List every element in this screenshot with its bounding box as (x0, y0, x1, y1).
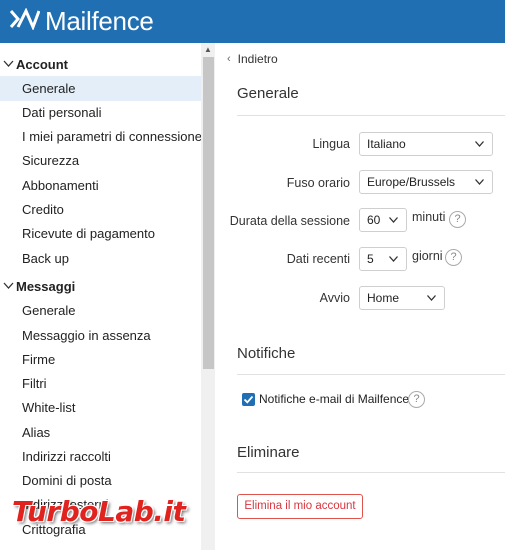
session-unit: minuti (412, 210, 446, 224)
sidebar-scrollbar[interactable]: ▲ (201, 43, 215, 550)
chevron-down-icon (389, 217, 398, 223)
back-link[interactable]: ‹ Indietro (227, 52, 278, 66)
sidebar-item-dati-personali[interactable]: Dati personali (0, 100, 201, 125)
timezone-label: Fuso orario (286, 176, 350, 190)
sidebar-item-account-generale[interactable]: Generale (0, 76, 201, 101)
section-title: Messaggi (16, 278, 76, 294)
sidebar-item-filtri[interactable]: Filtri (0, 371, 201, 396)
sidebar-item-parametri-connessione[interactable]: I miei parametri di connessione (0, 124, 202, 149)
help-icon[interactable]: ? (445, 249, 462, 266)
top-bar: Mailfence (0, 0, 505, 43)
brand-logo[interactable]: Mailfence (9, 5, 154, 37)
session-duration-label: Durata della sessione (229, 214, 350, 228)
sidebar-item-backup[interactable]: Back up (0, 246, 201, 271)
timezone-value: Europe/Brussels (367, 175, 456, 189)
sidebar-item-credito[interactable]: Credito (0, 197, 201, 222)
recent-data-label: Dati recenti (286, 252, 350, 266)
chevron-down-icon (3, 282, 14, 289)
help-icon[interactable]: ? (408, 391, 425, 408)
recent-data-select[interactable]: 5 (359, 247, 407, 271)
scrollbar-thumb[interactable] (203, 57, 214, 369)
sidebar-item-ricevute[interactable]: Ricevute di pagamento (0, 221, 201, 246)
sidebar-item-sicurezza[interactable]: Sicurezza (0, 148, 201, 173)
settings-sidebar: Account Generale Dati personali I miei p… (0, 43, 215, 550)
watermark: TurboLab.it (12, 495, 186, 528)
settings-content: ‹ Indietro Generale Lingua Italiano Fuso… (215, 43, 505, 550)
recent-data-value: 5 (367, 252, 374, 266)
startup-label: Avvio (319, 291, 350, 305)
section-title: Account (16, 56, 68, 72)
session-duration-value: 60 (367, 213, 381, 227)
timezone-select[interactable]: Europe/Brussels (359, 170, 493, 194)
delete-account-button[interactable]: Elimina il mio account (237, 494, 363, 519)
scroll-up-arrow-icon[interactable]: ▲ (204, 45, 212, 54)
email-notification-label[interactable]: Notifiche e-mail di Mailfence (259, 392, 409, 406)
sidebar-item-firme[interactable]: Firme (0, 347, 201, 372)
divider (237, 472, 505, 473)
chevron-down-icon (3, 60, 14, 67)
mailfence-logo-icon (9, 6, 41, 35)
brand-name: Mailfence (45, 5, 154, 36)
divider (237, 115, 505, 116)
language-value: Italiano (367, 137, 406, 151)
sidebar-item-abbonamenti[interactable]: Abbonamenti (0, 173, 201, 198)
startup-select[interactable]: Home (359, 286, 445, 310)
startup-value: Home (367, 291, 400, 305)
sidebar-item-messaggi-generale[interactable]: Generale (0, 298, 201, 323)
sidebar-section-account[interactable]: Account (3, 54, 68, 74)
sidebar-item-indirizzi-raccolti[interactable]: Indirizzi raccolti (0, 444, 201, 469)
section-title-generale: Generale (237, 85, 299, 102)
sidebar-section-messaggi[interactable]: Messaggi (3, 276, 75, 296)
email-notification-checkbox[interactable] (242, 393, 255, 406)
divider (237, 374, 505, 375)
chevron-left-icon: ‹ (227, 53, 231, 65)
language-label: Lingua (312, 137, 350, 151)
sidebar-item-domini-posta[interactable]: Domini di posta (0, 468, 201, 493)
chevron-down-icon (475, 179, 484, 185)
sidebar-item-messaggio-assenza[interactable]: Messaggio in assenza (0, 323, 201, 348)
language-select[interactable]: Italiano (359, 132, 493, 156)
chevron-down-icon (427, 295, 436, 301)
help-icon[interactable]: ? (449, 211, 466, 228)
back-label: Indietro (237, 52, 278, 66)
section-title-eliminare: Eliminare (237, 444, 300, 461)
sidebar-item-white-list[interactable]: White-list (0, 395, 201, 420)
chevron-down-icon (475, 141, 484, 147)
sidebar-item-alias[interactable]: Alias (0, 420, 201, 445)
session-duration-select[interactable]: 60 (359, 208, 407, 232)
recent-data-unit: giorni (412, 249, 443, 263)
section-title-notifiche: Notifiche (237, 345, 296, 362)
checkmark-icon (243, 395, 254, 404)
chevron-down-icon (389, 256, 398, 262)
